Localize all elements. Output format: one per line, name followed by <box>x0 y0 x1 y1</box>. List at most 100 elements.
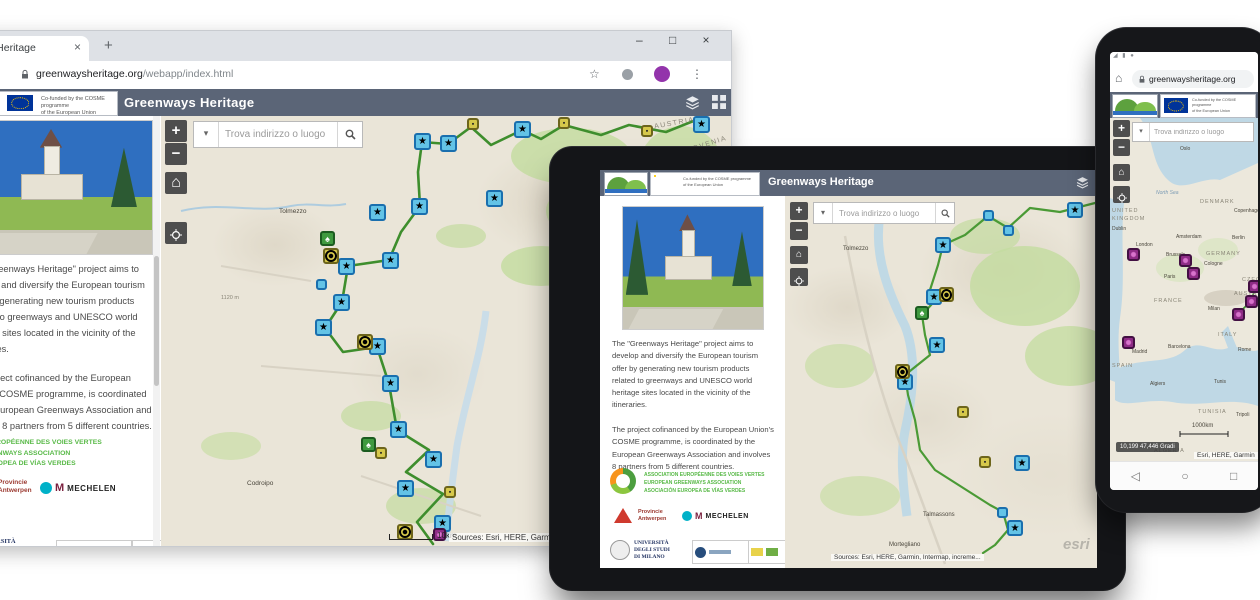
browser-tab[interactable]: s Heritage × <box>0 36 89 61</box>
map-marker-small[interactable] <box>316 279 327 290</box>
home-extent-button[interactable]: ⌂ <box>1113 164 1130 181</box>
map-tablet[interactable]: Tolmezzo Talmassons Mortegliano ★ ★ ★ ★ … <box>785 196 1097 568</box>
search-dropdown-button[interactable]: ▾ <box>1133 123 1150 141</box>
map-marker-purple[interactable] <box>1245 295 1258 308</box>
map-marker-star[interactable]: ★ <box>338 258 355 275</box>
map-marker-tree[interactable]: ♠ <box>361 437 376 452</box>
coordinates-readout: 10,199 47,446 Gradi <box>1116 442 1179 452</box>
map-marker-star[interactable]: ★ <box>693 116 710 133</box>
map-marker-small[interactable] <box>997 507 1008 518</box>
map-marker-star[interactable]: ★ <box>397 480 414 497</box>
phone-url-bar[interactable]: greenwaysheritage.org <box>1132 70 1254 88</box>
map-marker-target[interactable] <box>357 334 373 350</box>
home-extent-button[interactable]: ⌂ <box>165 172 187 194</box>
partner-logo-bars <box>709 550 731 554</box>
search-dropdown-button[interactable]: ▾ <box>814 203 833 223</box>
home-extent-button[interactable]: ⌂ <box>790 246 808 264</box>
map-marker-purple[interactable] <box>1248 280 1258 293</box>
map-marker-small[interactable] <box>983 210 994 221</box>
bookmark-star-icon[interactable]: ☆ <box>589 67 600 81</box>
map-marker-poi[interactable]: ▪ <box>558 117 570 129</box>
zoom-out-button[interactable]: − <box>165 143 187 165</box>
map-marker-purple[interactable] <box>1127 248 1140 261</box>
map-marker-poi[interactable]: ▪ <box>444 486 456 498</box>
page-title: Greenways Heritage <box>124 95 254 110</box>
search-input[interactable] <box>219 122 337 147</box>
window-minimize-button[interactable]: – <box>624 33 654 47</box>
map-marker-star[interactable]: ★ <box>425 451 442 468</box>
map-marker-purple[interactable] <box>1122 336 1135 349</box>
locate-icon <box>794 276 804 286</box>
zoom-out-button[interactable]: − <box>790 222 808 240</box>
map-marker-star[interactable]: ★ <box>486 190 503 207</box>
photo-church-nave <box>21 174 83 200</box>
search-button[interactable] <box>935 203 954 223</box>
locate-button[interactable] <box>1113 186 1130 203</box>
map-marker-star[interactable]: ★ <box>1014 455 1030 471</box>
zoom-out-button[interactable]: − <box>1113 139 1130 156</box>
locate-button[interactable] <box>165 222 187 244</box>
map-marker-star[interactable]: ★ <box>414 133 431 150</box>
map-marker-star[interactable]: ★ <box>333 294 350 311</box>
zoom-in-button[interactable]: + <box>790 202 808 220</box>
map-marker-poi[interactable]: ▪ <box>979 456 991 468</box>
nav-recents-icon[interactable]: □ <box>1230 469 1237 483</box>
search-input[interactable] <box>1150 123 1253 141</box>
map-marker-target[interactable] <box>323 248 339 264</box>
window-maximize-button[interactable]: □ <box>658 33 688 47</box>
greenways-logo <box>604 172 648 196</box>
map-marker-purple[interactable] <box>1179 254 1192 267</box>
map-marker-poi[interactable]: ▪ <box>957 406 969 418</box>
new-tab-button[interactable]: + <box>104 37 113 54</box>
zoom-in-button[interactable]: + <box>165 120 187 142</box>
search-button[interactable] <box>337 122 362 147</box>
map-marker-star[interactable]: ★ <box>514 121 531 138</box>
basemap-grid-icon[interactable] <box>712 95 726 109</box>
map-phone[interactable]: Oslo North Sea DENMARK Copenhagen Dublin… <box>1110 118 1258 462</box>
search-dropdown-button[interactable]: ▾ <box>194 122 219 147</box>
map-marker-star[interactable]: ★ <box>935 237 951 253</box>
map-marker-purple[interactable] <box>1187 267 1200 280</box>
app-header: Co-funded by the COSME programmeof the E… <box>0 89 731 116</box>
browser-menu-icon[interactable]: ⋮ <box>691 67 703 81</box>
phone-device: ◢ ▮ ● ⌂ greenwaysheritage.org Co-fund <box>1096 28 1260 512</box>
eu-cosme-logo: Co-funded by the COSME programmeof the E… <box>0 91 118 116</box>
map-marker-star[interactable]: ★ <box>929 337 945 353</box>
map-marker-tree[interactable]: ♠ <box>915 306 929 320</box>
layers-icon[interactable] <box>685 95 700 110</box>
eu-cosme-logo: Co-funded by the COSME programmeof the E… <box>1160 94 1256 118</box>
map-marker-star[interactable]: ★ <box>1067 202 1083 218</box>
zoom-in-button[interactable]: + <box>1113 120 1130 137</box>
scrollbar-thumb[interactable] <box>154 256 159 386</box>
map-marker-target[interactable] <box>939 287 954 302</box>
url-text[interactable]: greenwaysheritage.org/webapp/index.html <box>36 68 233 80</box>
map-marker-poi[interactable]: ▪ <box>641 125 653 137</box>
map-marker-poi[interactable]: ▪ <box>467 118 479 130</box>
locate-button[interactable] <box>790 268 808 286</box>
sidebar-scrollbar[interactable] <box>153 116 160 546</box>
tab-close-icon[interactable]: × <box>74 40 81 54</box>
map-marker-star[interactable]: ★ <box>382 252 399 269</box>
nav-back-icon[interactable]: ◁ <box>1131 469 1140 483</box>
map-marker-purple[interactable] <box>1232 308 1245 321</box>
profile-avatar[interactable] <box>654 66 670 82</box>
map-marker-star[interactable]: ★ <box>382 375 399 392</box>
map-marker-tree[interactable]: ♠ <box>320 231 335 246</box>
map-marker-star[interactable]: ★ <box>411 198 428 215</box>
map-marker-star[interactable]: ★ <box>390 421 407 438</box>
map-marker-target[interactable] <box>895 364 910 379</box>
tablet-screen: Co-funded by the COSME programmeof the E… <box>600 170 1097 568</box>
map-marker-star[interactable]: ★ <box>369 204 386 221</box>
browser-home-icon[interactable]: ⌂ <box>1115 71 1122 85</box>
nav-home-icon[interactable]: ○ <box>1181 469 1188 483</box>
map-marker-small[interactable] <box>1003 225 1014 236</box>
map-marker-star[interactable]: ★ <box>1007 520 1023 536</box>
layers-icon[interactable] <box>1076 176 1089 189</box>
map-marker-poi[interactable]: ▪ <box>375 447 387 459</box>
window-close-button[interactable]: × <box>691 33 721 47</box>
map-marker-star[interactable]: ★ <box>440 135 457 152</box>
search-input[interactable] <box>833 203 935 223</box>
map-marker-star[interactable]: ★ <box>315 319 332 336</box>
photo-path <box>0 233 98 254</box>
extension-icon[interactable] <box>622 69 633 80</box>
